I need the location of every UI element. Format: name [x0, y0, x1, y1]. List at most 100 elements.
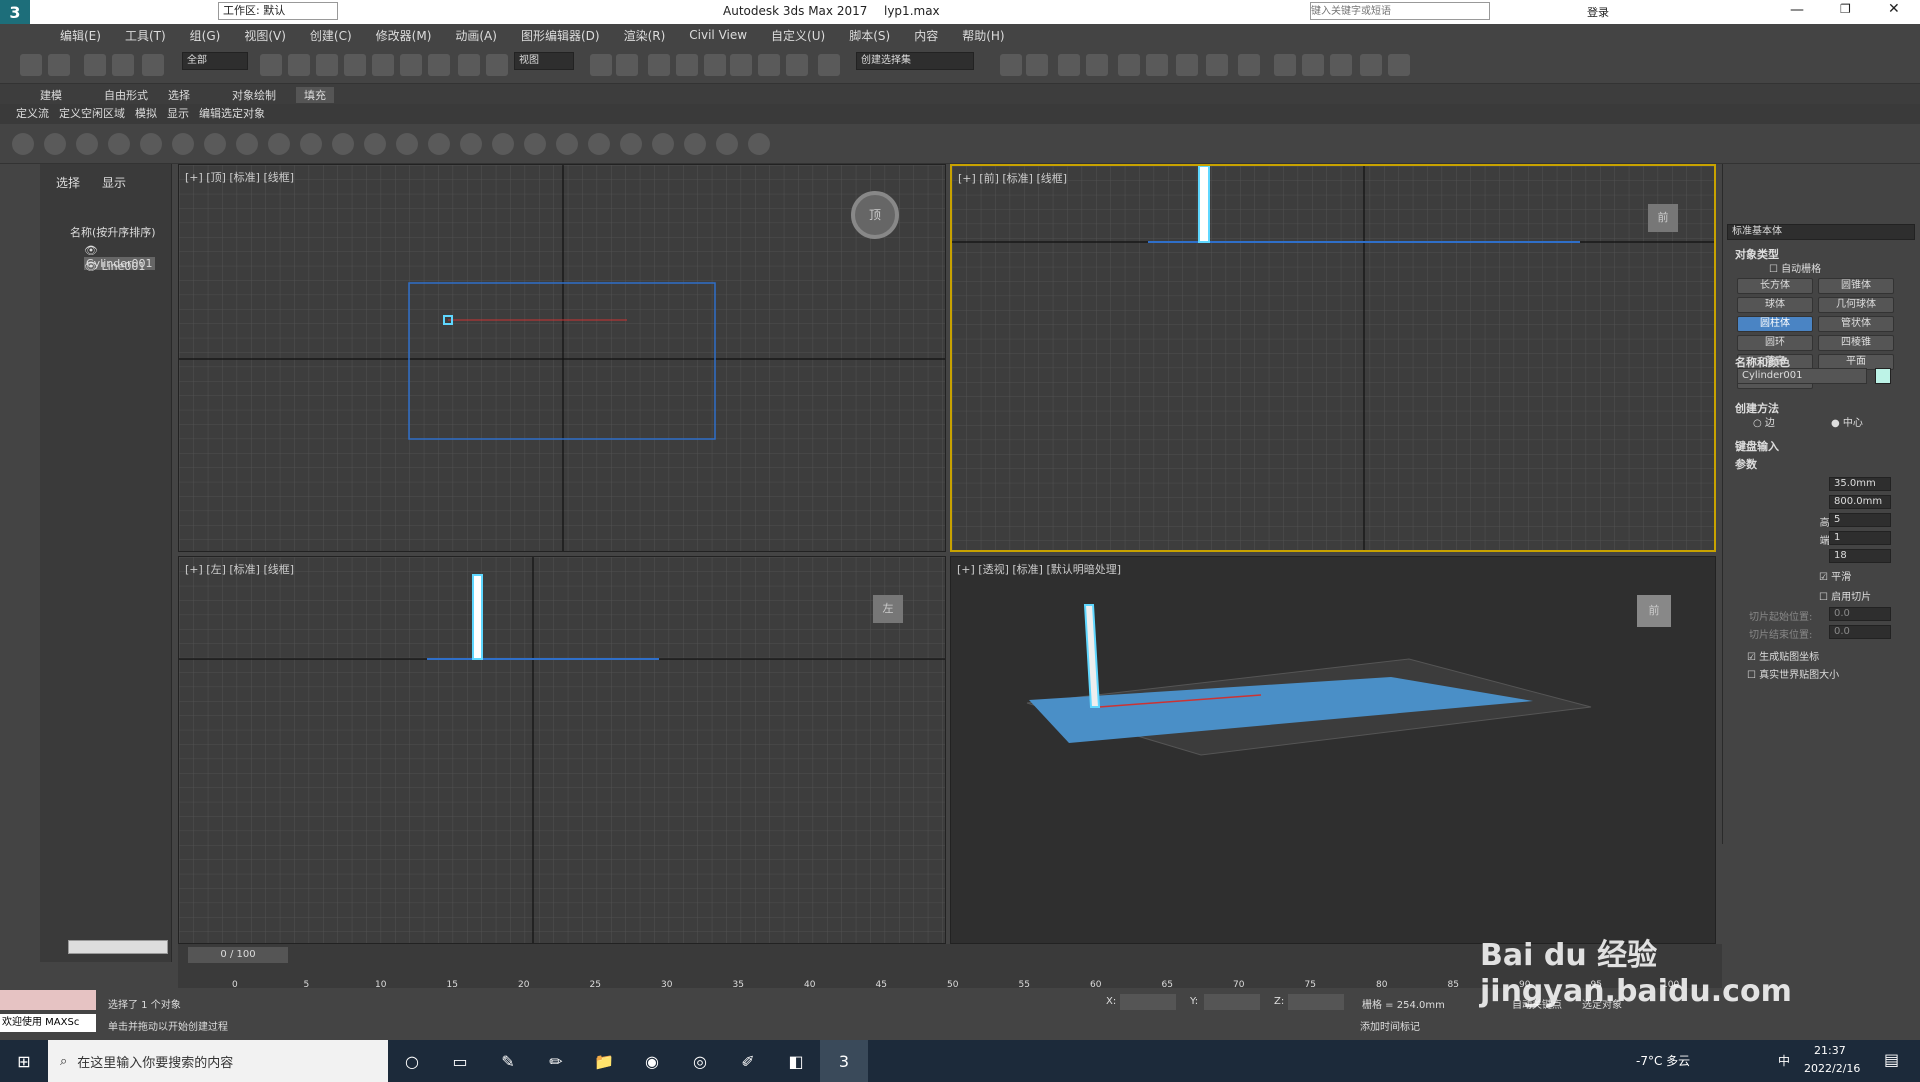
- object-type-button[interactable]: 圆锥体: [1818, 278, 1894, 294]
- object-type-button[interactable]: 长方体: [1737, 278, 1813, 294]
- smooth-checkbox[interactable]: ☑ 平滑: [1819, 568, 1851, 583]
- login-link[interactable]: 登录: [1587, 4, 1609, 20]
- viewcube[interactable]: 前: [1648, 204, 1678, 232]
- param-spinner[interactable]: 35.0mm: [1829, 477, 1891, 491]
- toolbar-tool-icon[interactable]: [1238, 54, 1260, 76]
- cortana-icon[interactable]: ○: [388, 1040, 436, 1082]
- autogrid-checkbox[interactable]: ☐ 自动栅格: [1769, 260, 1821, 275]
- workspace-select[interactable]: 工作区: 默认: [218, 2, 338, 20]
- toolbar-tool-icon[interactable]: [288, 54, 310, 76]
- maximize-button[interactable]: ❐: [1840, 2, 1851, 16]
- param-spinner[interactable]: 18: [1829, 549, 1891, 563]
- viewcube[interactable]: 前: [1637, 595, 1671, 627]
- menu-item[interactable]: 图形编辑器(D): [509, 27, 612, 44]
- toolbar-tool-icon[interactable]: [758, 54, 780, 76]
- menu-item[interactable]: 编辑(E): [48, 27, 113, 44]
- ribbon-subtab[interactable]: 编辑选定对象: [199, 107, 265, 120]
- slice-checkbox[interactable]: ☐ 启用切片: [1819, 588, 1871, 603]
- viewport-label[interactable]: [+] [左] [标准] [线框]: [185, 561, 294, 577]
- ribbon-tool-icon[interactable]: [652, 133, 674, 155]
- selection-set-select[interactable]: 创建选择集: [856, 52, 974, 70]
- weather-widget[interactable]: -7°C 多云: [1636, 1052, 1690, 1069]
- gen-map-checkbox[interactable]: ☑ 生成贴图坐标: [1747, 648, 1819, 663]
- radio-edge[interactable]: ○ 边: [1753, 414, 1775, 429]
- 3dsmax-taskbar-icon[interactable]: 3: [820, 1040, 868, 1082]
- menu-item[interactable]: 组(G): [178, 27, 233, 44]
- toolbar-tool-icon[interactable]: [1058, 54, 1080, 76]
- toolbar-tool-icon[interactable]: [704, 54, 726, 76]
- viewport-left[interactable]: [+] [左] [标准] [线框] 左: [178, 556, 946, 944]
- y-coord-field[interactable]: [1204, 994, 1260, 1010]
- app-icon[interactable]: ◧: [772, 1040, 820, 1082]
- ribbon-tab[interactable]: 对象绘制: [232, 87, 276, 103]
- filter-select[interactable]: 全部: [182, 52, 248, 70]
- ribbon-tool-icon[interactable]: [172, 133, 194, 155]
- ribbon-tool-icon[interactable]: [556, 133, 578, 155]
- object-type-button[interactable]: 四棱锥: [1818, 335, 1894, 351]
- edge-icon[interactable]: ◎: [676, 1040, 724, 1082]
- add-time-tag[interactable]: 添加时间标记: [1360, 1018, 1420, 1033]
- toolbar-tool-icon[interactable]: [648, 54, 670, 76]
- ribbon-tool-icon[interactable]: [428, 133, 450, 155]
- ribbon-tool-icon[interactable]: [108, 133, 130, 155]
- view-select[interactable]: 视图: [514, 52, 574, 70]
- ribbon-tool-icon[interactable]: [12, 133, 34, 155]
- ribbon-tool-icon[interactable]: [588, 133, 610, 155]
- ribbon-tool-icon[interactable]: [300, 133, 322, 155]
- notification-icon[interactable]: ▤: [1884, 1050, 1899, 1069]
- maxscript-label[interactable]: 欢迎使用 MAXSc: [0, 1014, 96, 1032]
- ribbon-tab[interactable]: 填充: [296, 87, 334, 103]
- ribbon-tool-icon[interactable]: [268, 133, 290, 155]
- toolbar-tool-icon[interactable]: [458, 54, 480, 76]
- toolbar-tool-icon[interactable]: [1118, 54, 1140, 76]
- clock-date[interactable]: 2022/2/16: [1804, 1062, 1860, 1075]
- ribbon-tool-icon[interactable]: [204, 133, 226, 155]
- menu-item[interactable]: 渲染(R): [612, 27, 678, 44]
- slice-from-spinner[interactable]: 0.0: [1829, 607, 1891, 621]
- menu-item[interactable]: 内容: [902, 27, 950, 44]
- ribbon-tool-icon[interactable]: [748, 133, 770, 155]
- explorer-scrollbar[interactable]: [68, 940, 168, 954]
- eye-icon[interactable]: 👁: [84, 244, 98, 257]
- object-name-field[interactable]: Cylinder001: [1737, 368, 1867, 384]
- param-spinner[interactable]: 800.0mm: [1829, 495, 1891, 509]
- ribbon-tool-icon[interactable]: [76, 133, 98, 155]
- toolbar-tool-icon[interactable]: [786, 54, 808, 76]
- ribbon-subtab[interactable]: 定义空闲区域: [59, 107, 125, 120]
- toolbar-tool-icon[interactable]: [84, 54, 106, 76]
- toolbar-tool-icon[interactable]: [344, 54, 366, 76]
- category-select[interactable]: 标准基本体: [1727, 224, 1915, 240]
- toolbar-tool-icon[interactable]: [676, 54, 698, 76]
- ribbon-tool-icon[interactable]: [684, 133, 706, 155]
- firefox-icon[interactable]: ◉: [628, 1040, 676, 1082]
- viewport-label[interactable]: [+] [透视] [标准] [默认明暗处理]: [957, 561, 1121, 577]
- menu-item[interactable]: 脚本(S): [837, 27, 902, 44]
- z-coord-field[interactable]: [1288, 994, 1344, 1010]
- object-type-button[interactable]: 管状体: [1818, 316, 1894, 332]
- toolbar-tool-icon[interactable]: [1000, 54, 1022, 76]
- app-icon[interactable]: ✎: [484, 1040, 532, 1082]
- toolbar-tool-icon[interactable]: [616, 54, 638, 76]
- menu-item[interactable]: 动画(A): [443, 27, 509, 44]
- object-color-swatch[interactable]: [1875, 368, 1891, 384]
- explorer-header[interactable]: 名称(按升序排序): [70, 224, 156, 240]
- ribbon-tool-icon[interactable]: [332, 133, 354, 155]
- toolbar-tool-icon[interactable]: [818, 54, 840, 76]
- parameters-header[interactable]: 参数: [1727, 452, 1765, 476]
- tab-select[interactable]: 选择: [56, 174, 80, 191]
- ribbon-tab[interactable]: 建模: [40, 87, 62, 103]
- toolbar-tool-icon[interactable]: [48, 54, 70, 76]
- menu-item[interactable]: 自定义(U): [759, 27, 837, 44]
- viewport-front[interactable]: [+] [前] [标准] [线框] 前: [950, 164, 1716, 552]
- toolbar-tool-icon[interactable]: [1360, 54, 1382, 76]
- menu-item[interactable]: 帮助(H): [950, 27, 1016, 44]
- toolbar-tool-icon[interactable]: [486, 54, 508, 76]
- tab-display[interactable]: 显示: [102, 174, 126, 191]
- ribbon-tool-icon[interactable]: [620, 133, 642, 155]
- toolbar-tool-icon[interactable]: [1176, 54, 1198, 76]
- ime-indicator[interactable]: 中: [1778, 1052, 1790, 1069]
- ribbon-tool-icon[interactable]: [492, 133, 514, 155]
- radio-center[interactable]: ● 中心: [1831, 414, 1863, 429]
- toolbar-tool-icon[interactable]: [730, 54, 752, 76]
- ribbon-subtab[interactable]: 显示: [167, 107, 189, 120]
